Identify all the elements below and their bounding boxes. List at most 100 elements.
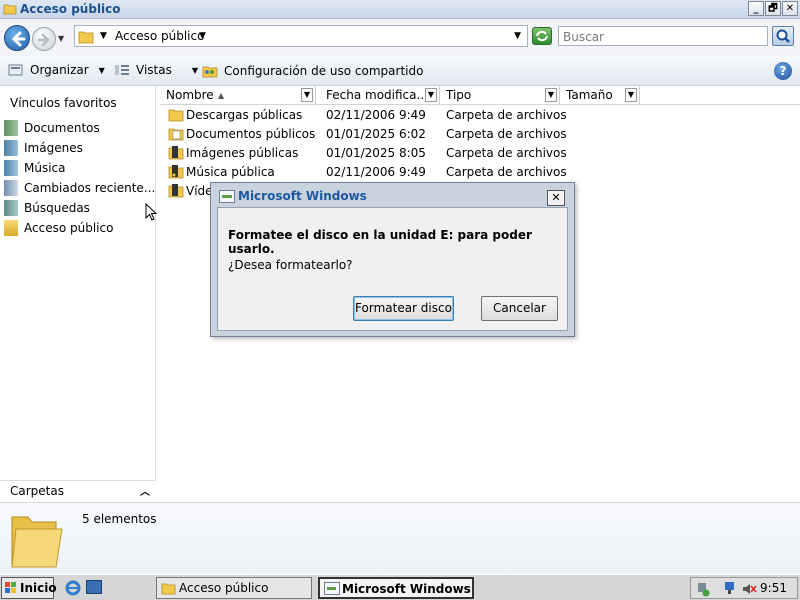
column-filter-dropdown[interactable]: ▼: [625, 88, 637, 102]
system-tray: 9:51: [690, 577, 798, 599]
column-header-label: Tamaño: [566, 88, 613, 102]
clock[interactable]: 9:51: [760, 581, 787, 595]
folder-icon: [11, 516, 63, 568]
taskbar-item-label: Microsoft Windows: [342, 582, 471, 596]
address-path[interactable]: Acceso público: [115, 29, 204, 43]
music-folder-icon: [168, 165, 184, 179]
internet-explorer-icon[interactable]: [64, 579, 82, 597]
taskbar-item-microsoft-windows[interactable]: Microsoft Windows: [318, 577, 474, 599]
dialog-title: Microsoft Windows: [238, 189, 367, 203]
file-type: Carpeta de archivos: [446, 108, 567, 122]
folder-icon: [161, 583, 176, 595]
sidebar-item-busquedas[interactable]: Búsquedas: [0, 198, 156, 218]
table-row[interactable]: Documentos públicos 01/01/2025 6:02 Carp…: [160, 124, 640, 143]
music-icon: [4, 160, 18, 176]
show-desktop-icon[interactable]: [86, 580, 102, 594]
minimize-button[interactable]: _: [748, 1, 764, 16]
sidebar-item-label: Búsquedas: [24, 201, 90, 215]
help-icon[interactable]: ?: [774, 62, 792, 80]
forward-button[interactable]: [32, 27, 56, 51]
start-button[interactable]: Inicio: [1, 577, 57, 599]
breadcrumb-arrow-icon[interactable]: ▼: [199, 31, 206, 41]
file-date: 02/11/2006 9:49: [326, 165, 426, 179]
column-header-label: Tipo: [446, 88, 472, 102]
search-icon: [776, 29, 790, 43]
command-toolbar: Organizar ▼ Vistas ▼ Configuración de us…: [0, 56, 800, 86]
favorite-links-header: Vínculos favoritos: [10, 96, 117, 110]
window-controls: _ 🗗 ✕: [748, 1, 798, 16]
organize-icon: [8, 64, 23, 76]
column-filter-dropdown[interactable]: ▼: [425, 88, 437, 102]
file-name: Música pública: [186, 165, 275, 179]
column-header-type[interactable]: Tipo ▼: [440, 86, 560, 105]
sidebar-item-acceso-publico[interactable]: Acceso público: [0, 218, 156, 238]
dialog-titlebar: Microsoft Windows ✕: [217, 187, 568, 206]
organize-button[interactable]: Organizar ▼: [8, 63, 105, 77]
sidebar-item-recent[interactable]: Cambiados reciente...: [0, 178, 156, 198]
search-input[interactable]: Buscar: [558, 26, 768, 46]
favorite-links-list: Documentos Imágenes Música Cambiados rec…: [0, 118, 156, 238]
chevron-up-icon[interactable]: ︿: [140, 483, 150, 498]
volume-muted-icon[interactable]: [741, 581, 757, 597]
folder-icon: [168, 109, 184, 122]
file-type: Carpeta de archivos: [446, 165, 567, 179]
address-box[interactable]: ▼ Acceso público ▼ ▼: [74, 25, 528, 47]
sort-ascending-icon: ▲: [218, 91, 225, 100]
column-filter-dropdown[interactable]: ▼: [545, 88, 557, 102]
maximize-button[interactable]: 🗗: [765, 1, 781, 16]
folder-icon: [3, 4, 17, 15]
cancel-button[interactable]: Cancelar: [481, 296, 558, 321]
windows-logo-icon: [5, 582, 16, 593]
sharing-settings-button[interactable]: Configuración de uso compartido: [202, 63, 423, 78]
column-filter-dropdown[interactable]: ▼: [301, 88, 313, 102]
dialog-question: ¿Desea formatearlo?: [228, 258, 353, 272]
sidebar-item-musica[interactable]: Música: [0, 158, 156, 178]
folders-toggle[interactable]: Carpetas ︿: [0, 480, 156, 502]
sidebar-item-label: Acceso público: [24, 221, 114, 235]
searches-icon: [4, 200, 18, 216]
column-header-date[interactable]: Fecha modifica... ▼: [320, 86, 440, 105]
column-header-label: Fecha modifica...: [326, 88, 428, 102]
table-row[interactable]: Descargas públicas 02/11/2006 9:49 Carpe…: [160, 105, 640, 124]
refresh-button[interactable]: [532, 27, 552, 45]
sharing-icon: [202, 66, 218, 78]
dialog-icon: [324, 582, 340, 595]
address-dropdown-icon[interactable]: ▼: [514, 31, 521, 41]
taskbar-item-acceso-publico[interactable]: Acceso público: [156, 577, 312, 599]
address-bar: ▼ ▼ Acceso público ▼ ▼ Buscar: [0, 19, 800, 56]
column-header-size[interactable]: Tamaño ▼: [560, 86, 640, 105]
item-count: 5 elementos: [82, 512, 157, 526]
documents-folder-icon: [168, 128, 184, 141]
views-label: Vistas: [136, 63, 172, 77]
close-button[interactable]: ✕: [782, 1, 798, 16]
dialog-icon: [219, 190, 235, 203]
taskbar: Inicio Acceso público Microsoft Windows …: [0, 574, 800, 600]
search-button[interactable]: [772, 26, 794, 46]
column-header-label: Nombre: [166, 88, 214, 102]
file-name: Víde: [186, 184, 213, 198]
sidebar-item-label: Imágenes: [24, 141, 83, 155]
dialog-message: Formatee el disco en la unidad E: para p…: [228, 228, 532, 256]
pictures-folder-icon: [168, 146, 184, 160]
sidebar-item-imagenes[interactable]: Imágenes: [0, 138, 156, 158]
format-disk-button[interactable]: Formatear disco: [353, 296, 454, 321]
breadcrumb-separator-icon[interactable]: ▼: [100, 31, 107, 41]
documents-icon: [4, 120, 18, 136]
views-button[interactable]: Vistas ▼: [114, 63, 198, 77]
dialog-close-button[interactable]: ✕: [547, 190, 565, 206]
table-row[interactable]: Música pública 02/11/2006 9:49 Carpeta d…: [160, 162, 640, 181]
sidebar-item-documentos[interactable]: Documentos: [0, 118, 156, 138]
recent-icon: [4, 180, 18, 196]
sidebar-item-label: Música: [24, 161, 66, 175]
safely-remove-hardware-icon[interactable]: [695, 581, 711, 597]
network-icon[interactable]: [723, 581, 739, 597]
chevron-down-icon: ▼: [98, 65, 105, 75]
table-row[interactable]: Imágenes públicas 01/01/2025 8:05 Carpet…: [160, 143, 640, 162]
recent-pages-dropdown-icon[interactable]: ▼: [58, 34, 64, 43]
navigation-pane: Vínculos favoritos Documentos Imágenes M…: [0, 86, 156, 480]
sidebar-item-label: Cambiados reciente...: [24, 181, 156, 195]
folder-icon: [4, 220, 18, 236]
column-header-name[interactable]: Nombre ▲ ▼: [160, 86, 316, 105]
back-button[interactable]: [4, 25, 30, 51]
window-title: Acceso público: [20, 2, 121, 16]
